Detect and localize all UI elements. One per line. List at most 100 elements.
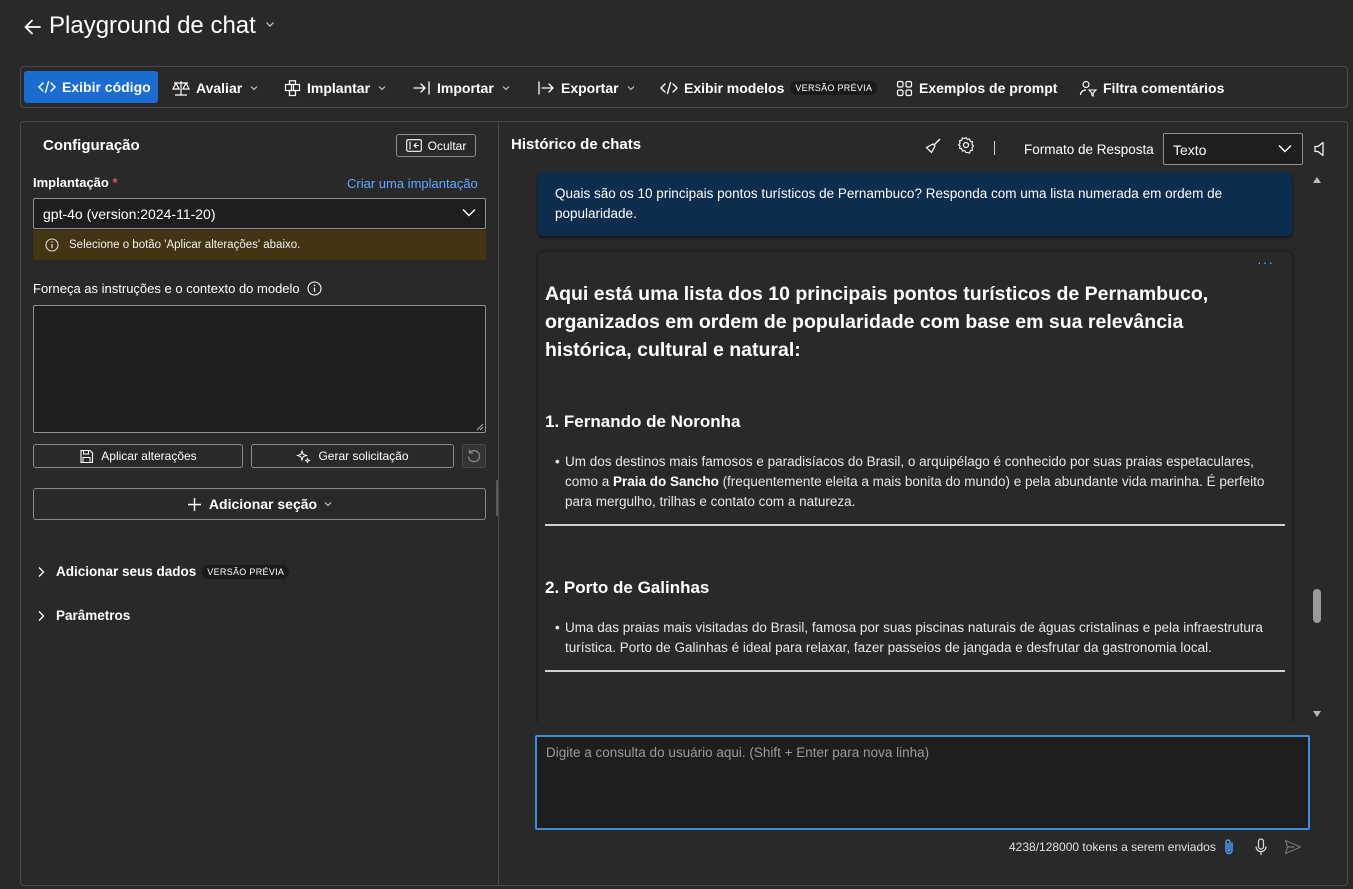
code-icon (660, 81, 678, 95)
list-item-body: • Um dos destinos mais famosos e paradis… (555, 452, 1285, 512)
info-icon (45, 238, 59, 252)
prompt-examples-button[interactable]: Exemplos de prompt (896, 73, 1057, 103)
import-button[interactable]: Importar (413, 73, 510, 103)
parameters-label: Parâmetros (56, 608, 131, 623)
add-section-button[interactable]: Adicionar seção (33, 488, 486, 520)
toolbar-divider (994, 141, 995, 155)
chat-history-title: Histórico de chats (511, 136, 642, 153)
chevron-down-icon (1278, 145, 1292, 153)
view-code-button[interactable]: Exibir código (24, 71, 158, 103)
list-item-heading: 1. Fernando de Noronha (545, 412, 741, 431)
preview-badge: VERSÃO PRÉVIA (790, 81, 878, 95)
configuration-title: Configuração (43, 137, 140, 154)
generate-prompt-label: Gerar solicitação (318, 449, 409, 463)
instructions-label: Forneça as instruções e o contexto do mo… (33, 281, 322, 296)
chat-settings-button[interactable] (957, 136, 975, 154)
filter-comments-label: Filtra comentários (1103, 80, 1225, 96)
chevron-right-icon (38, 566, 45, 577)
scrollbar-thumb[interactable] (1313, 589, 1321, 623)
deployment-label: Implantação * (33, 175, 118, 190)
view-models-label: Exibir modelos (684, 80, 785, 96)
hide-button[interactable]: Ocultar (396, 134, 476, 157)
required-mark: * (112, 175, 118, 190)
hide-label: Ocultar (427, 138, 467, 153)
user-message: Quais são os 10 principais pontos turíst… (538, 172, 1292, 236)
view-models-button[interactable]: Exibir modelos VERSÃO PRÉVIA (660, 73, 878, 103)
preview-badge: VERSÃO PRÉVIA (202, 564, 290, 579)
microphone-button[interactable] (1254, 838, 1268, 856)
filter-people-icon (1079, 80, 1097, 97)
panel-collapse-icon (405, 139, 422, 152)
parameters-accordion[interactable]: Parâmetros (36, 608, 130, 623)
broom-icon (925, 138, 941, 154)
reset-icon (467, 449, 481, 463)
response-format-select[interactable]: Texto (1163, 133, 1303, 165)
page-title: Playground de chat (49, 12, 256, 39)
sparkle-icon (296, 449, 312, 464)
scroll-down-arrow[interactable] (1312, 710, 1322, 718)
evaluate-button[interactable]: Avaliar (172, 73, 258, 103)
resize-grip-icon[interactable] (476, 423, 484, 431)
create-deployment-link[interactable]: Criar uma implantação (347, 176, 478, 191)
list-item-body: • Uma das praias mais visitadas do Brasi… (555, 618, 1285, 658)
reset-button[interactable] (462, 444, 486, 468)
import-icon (413, 81, 430, 95)
chevron-down-icon (502, 86, 510, 91)
prompt-examples-label: Exemplos de prompt (919, 80, 1058, 96)
title-chevron-icon[interactable] (265, 20, 275, 28)
chevron-down-icon (250, 86, 258, 91)
scroll-up-arrow[interactable] (1312, 176, 1322, 184)
divider (545, 670, 1285, 672)
speaker-button[interactable] (1313, 140, 1327, 158)
filter-comments-button[interactable]: Filtra comentários (1079, 73, 1224, 103)
export-label: Exportar (561, 80, 619, 96)
export-button[interactable]: Exportar (537, 73, 635, 103)
token-count: 4238/128000 tokens a serem enviados (1009, 840, 1216, 854)
send-button[interactable] (1284, 839, 1302, 855)
chevron-down-icon (378, 86, 386, 91)
apply-changes-button[interactable]: Aplicar alterações (33, 444, 243, 468)
clear-chat-button[interactable] (924, 137, 942, 155)
attach-button[interactable] (1222, 838, 1236, 856)
evaluate-label: Avaliar (196, 80, 243, 96)
intro-text: Aqui está uma lista dos (545, 283, 769, 305)
warning-text: Selecione o botão 'Aplicar alterações' a… (69, 239, 301, 251)
info-icon[interactable] (307, 281, 322, 296)
apply-changes-label: Aplicar alterações (101, 449, 197, 463)
bullet-icon: • (555, 620, 560, 635)
add-section-label: Adicionar seção (208, 496, 318, 512)
chevron-down-icon (627, 86, 634, 91)
intro-bold: 10 principais pontos turísticos de Perna… (768, 283, 1203, 305)
toolbar: Exibir código Avaliar Implantar Importar… (20, 66, 1348, 108)
grid-icon (896, 80, 913, 96)
deployment-value: gpt-4o (version:2024-11-20) (43, 206, 216, 222)
export-icon (538, 81, 554, 95)
code-icon (38, 80, 56, 94)
save-icon (80, 449, 94, 463)
deployment-label-text: Implantação (33, 175, 109, 190)
speaker-icon (1314, 141, 1324, 157)
scale-icon (172, 81, 190, 96)
plus-icon (187, 497, 201, 511)
arrow-left-icon (24, 19, 41, 35)
item-text: Uma das praias mais visitadas do Brasil,… (565, 620, 1263, 655)
chevron-right-icon (38, 610, 45, 621)
deployment-select[interactable]: gpt-4o (version:2024-11-20) (33, 198, 486, 229)
add-your-data-label: Adicionar seus dados (56, 564, 197, 579)
chevron-down-icon (462, 209, 476, 217)
divider (545, 524, 1285, 526)
response-format-label: Formato de Resposta (1024, 142, 1154, 157)
list-item-heading: 2. Porto de Galinhas (545, 578, 710, 597)
item-text-bold: Praia do Sancho (613, 474, 719, 489)
user-query-input[interactable] (535, 735, 1310, 830)
chevron-down-icon (324, 502, 332, 507)
add-your-data-accordion[interactable]: Adicionar seus dados VERSÃO PRÉVIA (36, 564, 290, 579)
back-button[interactable] (20, 14, 46, 40)
system-message-textarea[interactable] (33, 305, 486, 433)
generate-prompt-button[interactable]: Gerar solicitação (251, 444, 454, 468)
assistant-message: ··· Aqui está uma lista dos 10 principai… (538, 252, 1292, 722)
more-options-icon[interactable]: ··· (1257, 254, 1274, 270)
view-code-label: Exibir código (62, 79, 151, 95)
deploy-label: Implantar (307, 80, 371, 96)
deploy-button[interactable]: Implantar (284, 73, 386, 103)
